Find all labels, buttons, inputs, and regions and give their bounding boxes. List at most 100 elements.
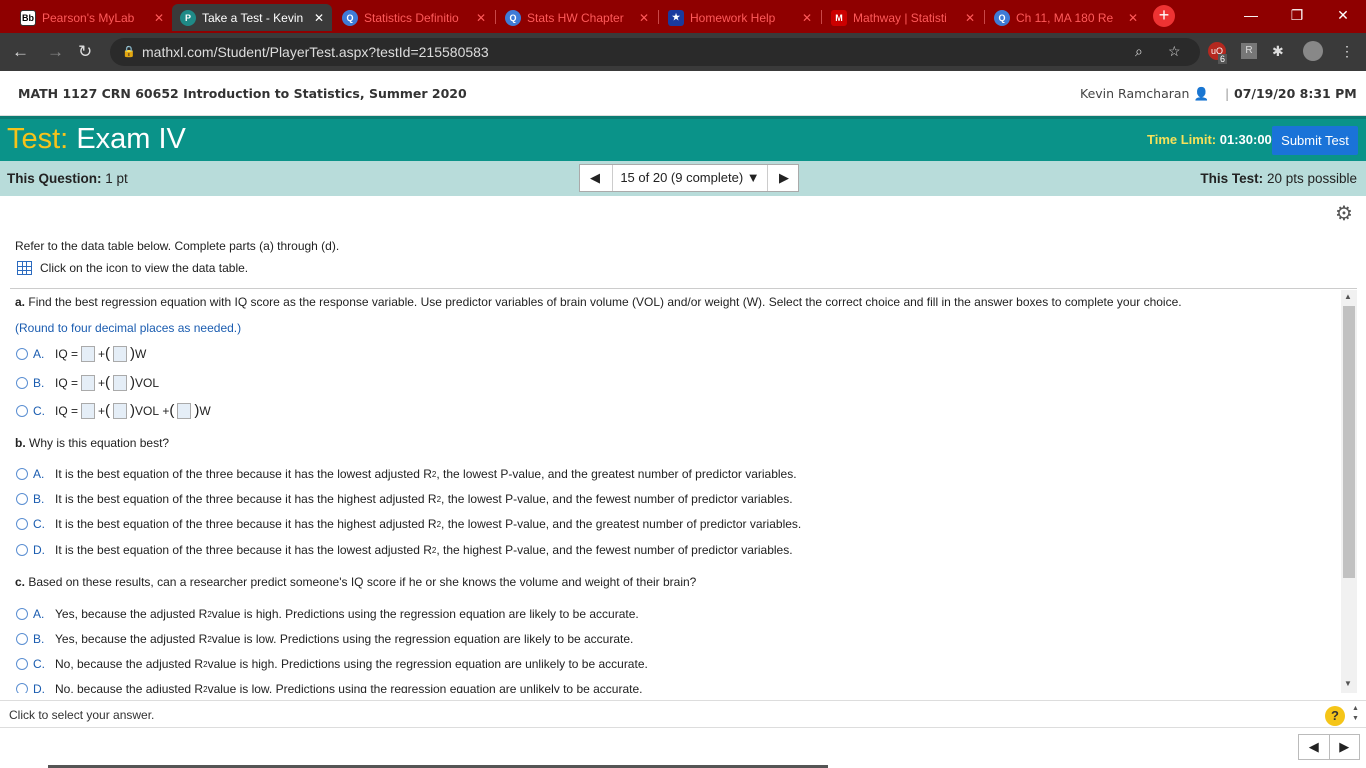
part-b-option-b[interactable]: B. It is the best equation of the three b… — [16, 492, 793, 506]
back-icon[interactable]: ← — [12, 42, 29, 62]
tab-title: Statistics Definitio — [364, 10, 459, 25]
bookmark-star-icon[interactable]: ☆ — [1168, 43, 1181, 60]
answer-box[interactable] — [113, 345, 128, 362]
radio-button[interactable] — [16, 683, 28, 693]
help-icon[interactable]: ? — [1325, 706, 1345, 726]
answer-box[interactable] — [81, 345, 96, 362]
part-c-option-d[interactable]: D. No, because the adjusted R2 value is l… — [16, 682, 642, 693]
reload-icon[interactable]: ↻ — [78, 42, 92, 62]
spinner-icon[interactable]: ▲ ▼ — [1352, 704, 1359, 724]
part-b-option-c[interactable]: C. It is the best equation of the three b… — [16, 517, 801, 531]
lock-icon: 🔒 — [122, 46, 136, 58]
radio-button[interactable] — [16, 518, 28, 530]
forward-icon[interactable]: → — [47, 42, 64, 62]
previous-question-icon[interactable]: ◀ — [580, 165, 610, 191]
rounding-hint: (Round to four decimal places as needed.… — [15, 321, 242, 335]
tab-title: Homework Help — [690, 10, 776, 25]
tab-mathway[interactable]: M Mathway | Statisti ✕ — [823, 4, 983, 31]
menu-icon[interactable]: ⋮ — [1340, 43, 1354, 60]
close-tab-icon[interactable]: ✕ — [154, 11, 164, 25]
answer-box[interactable] — [113, 402, 128, 419]
status-hint: Click to select your answer. — [9, 708, 155, 722]
minimize-icon[interactable]: — — [1228, 0, 1274, 30]
close-tab-icon[interactable]: ✕ — [639, 11, 649, 25]
close-tab-icon[interactable]: ✕ — [476, 11, 486, 25]
scrollbar[interactable]: ▲ ▼ — [1341, 290, 1357, 693]
test-header: Test: Exam IV Time Limit: 01:30:00 Submi… — [0, 116, 1366, 161]
pearson-icon: P — [180, 9, 196, 26]
next-question-icon[interactable]: ▶ — [769, 165, 799, 191]
close-tab-icon[interactable]: ✕ — [802, 11, 812, 25]
close-window-icon[interactable]: ✕ — [1320, 0, 1366, 30]
status-footer: Click to select your answer. ? ▲ ▼ — [0, 700, 1366, 728]
quizlet-icon: Q — [505, 9, 521, 26]
answer-box[interactable] — [113, 374, 128, 391]
part-a-option-a[interactable]: A. IQ = + () W — [16, 345, 146, 362]
question-bar: This Question: 1 pt ◀ 15 of 20 (9 comple… — [0, 161, 1366, 196]
part-a-prompt: a. Find the best regression equation wit… — [15, 295, 1182, 309]
scrollbar-thumb[interactable] — [1343, 306, 1355, 578]
date-time: 07/19/20 8:31 PM — [1234, 86, 1357, 101]
radio-button[interactable] — [16, 608, 28, 620]
tab-title: Ch 11, MA 180 Re — [1016, 10, 1114, 25]
gear-icon[interactable]: ⚙ — [1335, 201, 1353, 226]
answer-box[interactable] — [81, 374, 96, 391]
part-c-prompt: c. Based on these results, can a researc… — [15, 575, 697, 589]
course-title: MATH 1127 CRN 60652 Introduction to Stat… — [18, 86, 467, 101]
new-tab-button[interactable]: + — [1153, 5, 1175, 27]
radio-button[interactable] — [16, 468, 28, 480]
part-b-option-a[interactable]: A. It is the best equation of the three b… — [16, 467, 797, 481]
question-progress-dropdown[interactable]: 15 of 20 (9 complete) ▼ — [612, 165, 768, 191]
submit-test-button[interactable]: Submit Test — [1272, 126, 1358, 155]
browser-tab-bar: Bb Pearson's MyLab ✕ P Take a Test - Kev… — [0, 0, 1366, 33]
part-c-option-b[interactable]: B. Yes, because the adjusted R2 value is … — [16, 632, 633, 646]
radio-button[interactable] — [16, 347, 28, 360]
table-icon[interactable] — [17, 261, 32, 275]
radio-button[interactable] — [16, 658, 28, 670]
part-a-option-b[interactable]: B. IQ = + () VOL — [16, 374, 159, 391]
tab-title: Pearson's MyLab — [42, 10, 135, 25]
radio-button[interactable] — [16, 544, 28, 556]
scroll-up-icon[interactable]: ▲ — [1344, 292, 1352, 301]
star-icon: ★ — [668, 9, 684, 26]
part-c-option-c[interactable]: C. No, because the adjusted R2 value is h… — [16, 657, 648, 671]
close-tab-icon[interactable]: ✕ — [1128, 11, 1138, 25]
tab-stats-hw[interactable]: Q Stats HW Chapter ✕ — [497, 4, 657, 31]
question-area: a. Find the best regression equation wit… — [0, 290, 1340, 693]
radio-button[interactable] — [16, 633, 28, 645]
scroll-down-icon[interactable]: ▼ — [1344, 679, 1352, 688]
zoom-icon[interactable]: ⌕ — [1135, 43, 1143, 60]
extension-badge: 6 — [1218, 54, 1228, 64]
answer-box[interactable] — [177, 402, 192, 419]
part-c-option-a[interactable]: A. Yes, because the adjusted R2 value is … — [16, 607, 639, 621]
part-b-option-d[interactable]: D. It is the best equation of the three b… — [16, 543, 793, 557]
tab-pearson[interactable]: Bb Pearson's MyLab ✕ — [12, 4, 172, 31]
radio-button[interactable] — [16, 404, 28, 417]
restore-icon[interactable]: ❐ — [1274, 0, 1320, 30]
user-icon: 👤 — [1193, 86, 1210, 101]
close-tab-icon[interactable]: ✕ — [314, 11, 324, 25]
radio-button[interactable] — [16, 493, 28, 505]
extension-icon[interactable]: R — [1241, 43, 1257, 59]
question-navigator: ◀ 15 of 20 (9 complete) ▼ ▶ — [579, 164, 799, 192]
test-points: This Test: 20 pts possible — [1200, 171, 1357, 186]
close-tab-icon[interactable]: ✕ — [965, 11, 975, 25]
divider — [10, 288, 1357, 289]
address-bar[interactable]: 🔒 mathxl.com/Student/PlayerTest.aspx?tes… — [110, 38, 1200, 66]
question-points: This Question: 1 pt — [7, 171, 128, 186]
tab-title: Stats HW Chapter — [527, 10, 624, 25]
tab-ch11[interactable]: Q Ch 11, MA 180 Re ✕ — [986, 4, 1146, 31]
question-intro: Refer to the data table below. Complete … — [15, 239, 340, 253]
tab-take-a-test[interactable]: P Take a Test - Kevin ✕ — [172, 4, 332, 31]
part-a-option-c[interactable]: C. IQ = + () VOL + () W — [16, 402, 211, 419]
previous-page-icon[interactable]: ◀ — [1299, 735, 1330, 759]
next-page-icon[interactable]: ▶ — [1330, 735, 1360, 759]
tab-statistics-definitions[interactable]: Q Statistics Definitio ✕ — [334, 4, 494, 31]
radio-button[interactable] — [16, 376, 28, 389]
answer-box[interactable] — [81, 402, 96, 419]
puzzle-icon[interactable]: ✱ — [1272, 43, 1284, 60]
tab-homework-help[interactable]: ★ Homework Help ✕ — [660, 4, 820, 31]
caret-down-icon: ▼ — [746, 170, 760, 185]
avatar[interactable] — [1303, 41, 1323, 61]
data-table-link[interactable]: Click on the icon to view the data table… — [17, 261, 248, 275]
